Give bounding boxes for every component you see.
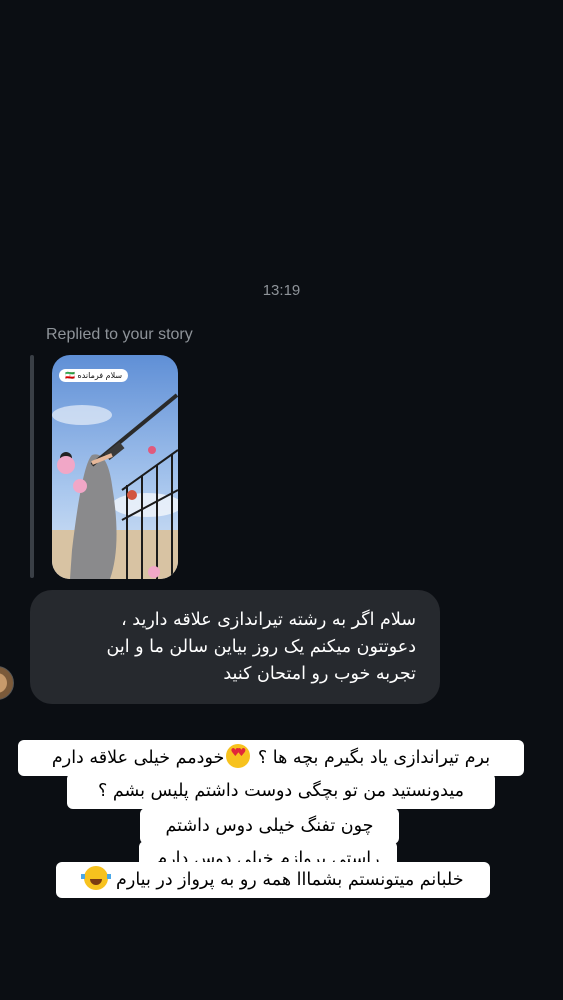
caption-text: خلبانم میتونستم بشمااا همه رو به پرواز د… xyxy=(116,870,464,890)
caption-text: خودمم خیلی علاقه دارم xyxy=(51,748,225,768)
caption-line: میدونستید من تو بچگی دوست داشتم پلیس بشم… xyxy=(67,773,495,809)
caption-text: برم تیراندازی یاد بگیرم بچه ها ؟ xyxy=(257,748,491,768)
caption-line: برم تیراندازی یاد بگیرم بچه ها ؟ خودمم خ… xyxy=(18,740,524,776)
tears-of-joy-emoji-icon xyxy=(81,866,112,890)
story-caption: برم تیراندازی یاد بگیرم بچه ها ؟ خودمم خ… xyxy=(0,0,563,1000)
heart-eyes-emoji-icon xyxy=(226,744,251,768)
caption-line: خلبانم میتونستم بشمااا همه رو به پرواز د… xyxy=(56,862,490,898)
caption-line: چون تفنگ خیلی دوس داشتم xyxy=(140,808,399,844)
